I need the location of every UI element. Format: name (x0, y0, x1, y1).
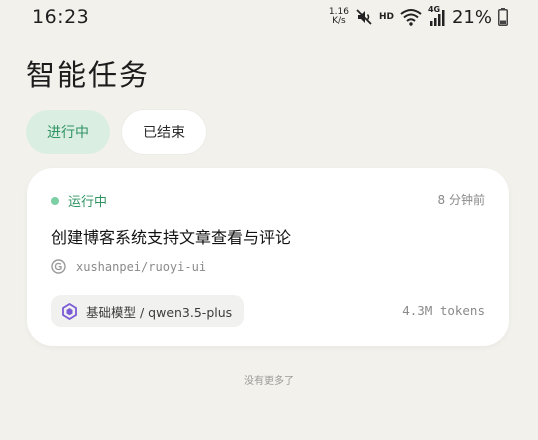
task-status: 运行中 (51, 191, 107, 210)
tab-finished[interactable]: 已结束 (122, 110, 206, 154)
page-title: 智能任务 (26, 58, 151, 92)
network-type-label: 4G (427, 5, 441, 14)
battery-percent: 21% (451, 6, 492, 28)
hd-label: HD (378, 12, 394, 22)
status-bar: 16:23 1.16 K/s HD 4G 21% (0, 0, 538, 34)
network-speed-unit: K/s (332, 16, 346, 26)
network-speed: 1.16 K/s (329, 8, 349, 26)
task-repo: xushanpei/ruoyi-ui (51, 259, 206, 274)
mute-icon (355, 8, 373, 26)
repo-name: xushanpei/ruoyi-ui (76, 259, 207, 274)
model-icon (61, 302, 78, 320)
task-time-ago: 8 分钟前 (437, 193, 485, 207)
model-name: 基础模型 / qwen3.5-plus (86, 304, 233, 320)
task-status-label: 运行中 (68, 195, 108, 210)
task-card[interactable]: 运行中 8 分钟前 创建博客系统支持文章查看与评论 xushanpei/ruoy… (27, 168, 509, 346)
status-icons: 1.16 K/s HD 4G 21% (329, 4, 508, 30)
task-title: 创建博客系统支持文章查看与评论 (51, 228, 292, 247)
status-time: 16:23 (32, 6, 90, 28)
repo-icon (51, 259, 66, 274)
signal-icon: 4G (427, 5, 446, 27)
wifi-icon (400, 8, 422, 26)
battery-icon (498, 8, 508, 26)
token-count: 4.3M tokens (402, 303, 485, 318)
model-chip: 基础模型 / qwen3.5-plus (51, 295, 245, 327)
no-more-label: 没有更多了 (244, 376, 294, 387)
status-dot-icon (51, 196, 59, 205)
tab-in-progress[interactable]: 进行中 (26, 110, 110, 154)
task-tabs: 进行中 已结束 (26, 110, 206, 154)
